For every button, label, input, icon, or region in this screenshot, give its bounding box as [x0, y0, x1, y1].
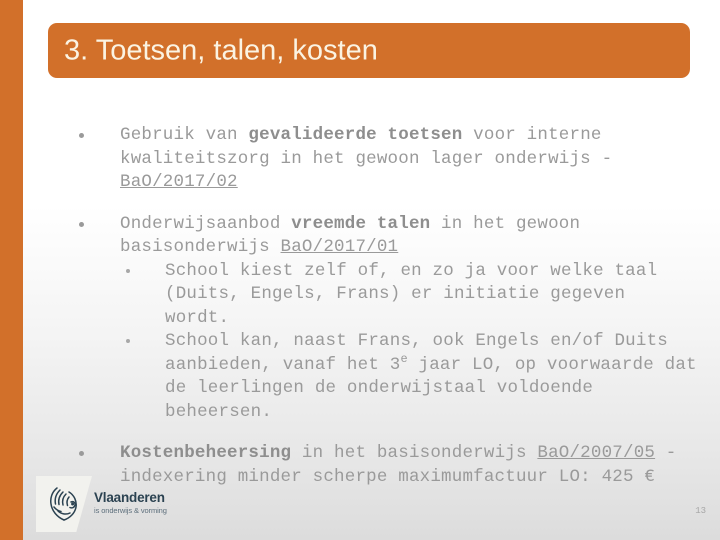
slide-title-bar: 3. Toetsen, talen, kosten	[48, 23, 690, 78]
bullet-dot-icon	[79, 451, 84, 456]
page-title: 3. Toetsen, talen, kosten	[64, 34, 378, 66]
text-segment: in het basisonderwijs	[291, 443, 538, 463]
bullet-toetsen: Gebruik van gevalideerde toetsen voor in…	[0, 124, 720, 195]
text-segment: Onderwijsaanbod	[120, 213, 292, 234]
bullet-dot-icon	[79, 133, 84, 138]
logo-wordmark: Vlaanderen	[94, 490, 165, 505]
text-segment: e	[400, 351, 408, 366]
page-number: 13	[695, 506, 706, 516]
bullet-talen: Onderwijsaanbod vreemde talen in het gew…	[0, 213, 720, 260]
logo-tagline: is onderwijs & vorming	[94, 506, 167, 515]
text-segment: gevalideerde toetsen	[248, 125, 463, 145]
bullet-block: Gebruik van gevalideerde toetsen voor in…	[0, 124, 720, 195]
text-segment[interactable]: BaO/2017/01	[281, 237, 399, 257]
slide-canvas: AGODI - Academie 3. Toetsen, talen, kost…	[0, 0, 720, 540]
text-segment: vreemde talen	[291, 213, 431, 234]
text-segment: Gebruik van	[120, 125, 249, 145]
subbullet-aanbod: School kan, naast Frans, ook Engels en/o…	[0, 330, 720, 424]
bullet-block: Onderwijsaanbod vreemde talen in het gew…	[0, 213, 720, 425]
text-segment[interactable]: BaO/2007/05	[537, 443, 655, 463]
subbullet-schoolkeuze: School kiest zelf of, en zo ja voor welk…	[0, 260, 720, 331]
sub-bullet-dot-icon	[126, 268, 130, 273]
text-segment[interactable]: BaO/2017/02	[120, 172, 238, 192]
sub-bullet-dot-icon	[126, 339, 130, 343]
text-segment: Kostenbeheersing	[120, 443, 292, 463]
sub-bullet-list: School kiest zelf of, en zo ja voor welk…	[0, 260, 720, 425]
bullet-block: Kostenbeheersing in het basisonderwijs B…	[0, 442, 720, 489]
flemish-lion-icon	[50, 487, 77, 521]
sidebar-bar: AGODI - Academie	[0, 0, 23, 540]
bullet-kosten: Kostenbeheersing in het basisonderwijs B…	[0, 442, 720, 489]
bullet-dot-icon	[79, 221, 84, 227]
slide-body: Gebruik van gevalideerde toetsen voor in…	[0, 124, 720, 489]
text-segment: School kiest zelf of, en zo ja voor welk…	[165, 260, 658, 328]
